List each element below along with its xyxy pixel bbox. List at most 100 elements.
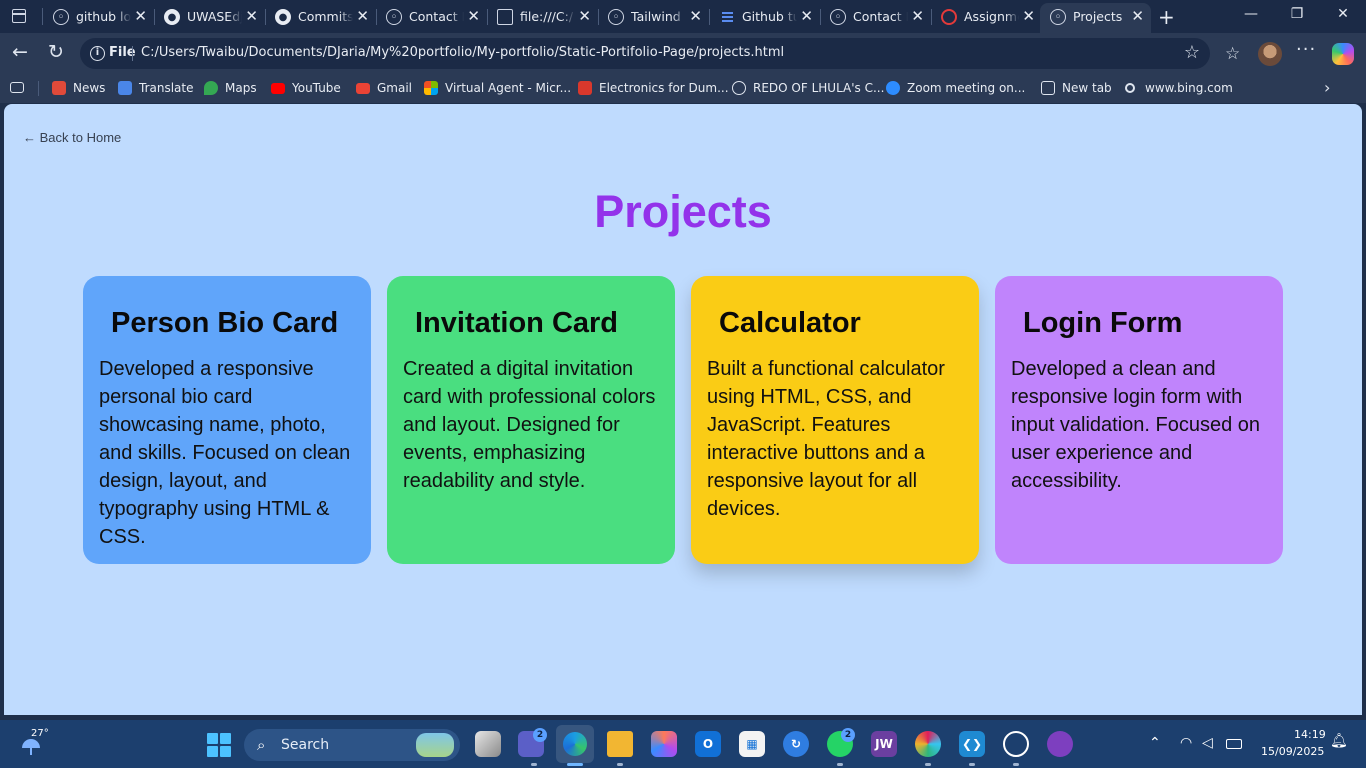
tab-label: github lo: [76, 9, 131, 24]
close-icon[interactable]: ✕: [689, 8, 702, 25]
vscode-icon[interactable]: ❮❯: [959, 731, 985, 757]
favorite-label: Gmail: [377, 81, 413, 95]
favorites-icon[interactable]: ☆: [1225, 44, 1240, 64]
close-icon[interactable]: ✕: [134, 8, 147, 25]
card-title: Calculator: [719, 307, 861, 339]
jw-label: JW: [875, 737, 893, 751]
file-explorer-icon[interactable]: [607, 731, 633, 757]
close-icon[interactable]: ✕: [911, 8, 924, 25]
close-icon[interactable]: ✕: [245, 8, 258, 25]
translate-icon: [118, 81, 132, 95]
wifi-icon[interactable]: ◠: [1180, 735, 1192, 751]
favorite-electronics[interactable]: Electronics for Dum...: [578, 79, 729, 97]
chatgpt-icon[interactable]: [1003, 731, 1029, 757]
project-card-invitation: Invitation Card Created a digital invita…: [387, 276, 675, 564]
globe-icon: ◦: [386, 9, 402, 25]
back-arrow-icon[interactable]: ←: [8, 41, 32, 63]
sidebar-toggle-icon[interactable]: [10, 82, 24, 93]
weather-temperature: 27°: [31, 728, 49, 739]
close-icon[interactable]: ✕: [467, 8, 480, 25]
running-indicator: [1013, 763, 1019, 766]
teams-badge: 2: [533, 728, 547, 742]
maps-icon: [204, 81, 218, 95]
running-indicator: [837, 763, 843, 766]
close-icon[interactable]: ✕: [1022, 8, 1035, 25]
globe-icon: ◦: [830, 9, 846, 25]
browser-title-bar: ◦ github lo ✕ ● UWASEdj ✕ ● Commits ✕ ◦ …: [0, 0, 1366, 33]
chevron-right-icon[interactable]: ›: [1324, 78, 1330, 97]
tab-assignment[interactable]: Assignme ✕: [931, 3, 1042, 33]
favorite-gmail[interactable]: Gmail: [356, 79, 412, 97]
avatar[interactable]: [1258, 42, 1282, 66]
favorite-label: News: [73, 81, 106, 95]
globe-icon: ◦: [53, 9, 69, 25]
close-icon[interactable]: ✕: [800, 8, 813, 25]
info-icon[interactable]: i: [90, 46, 105, 61]
notification-bell-icon[interactable]: 🔔︎: [1330, 733, 1348, 749]
favorite-news[interactable]: News: [52, 79, 105, 97]
url-text[interactable]: C:/Users/Twaibu/Documents/DJaria/My%20po…: [141, 45, 784, 60]
close-icon[interactable]: ✕: [356, 8, 369, 25]
back-to-home-link[interactable]: ← Back to Home: [23, 130, 121, 145]
favorite-maps[interactable]: Maps: [204, 79, 257, 97]
pdf-icon: [578, 81, 592, 95]
tab-contact-form[interactable]: ◦ Contact F ✕: [376, 3, 487, 33]
github-icon: ●: [164, 9, 180, 25]
close-icon[interactable]: ✕: [578, 8, 591, 25]
running-indicator: [531, 763, 537, 766]
favorite-label: Virtual Agent - Micr...: [445, 81, 572, 95]
edge-icon[interactable]: [556, 725, 594, 763]
star-icon[interactable]: ☆: [1184, 42, 1200, 63]
more-icon[interactable]: ···: [1296, 39, 1316, 60]
address-bar[interactable]: i File C:/Users/Twaibu/Documents/DJaria/…: [80, 38, 1210, 69]
favorite-new-tab[interactable]: New tab: [1041, 79, 1112, 97]
card-title: Invitation Card: [415, 307, 619, 339]
running-indicator: [925, 763, 931, 766]
taskbar-search[interactable]: ⌕ Search: [244, 729, 460, 761]
clock-date[interactable]: 15/09/2025: [1261, 745, 1324, 758]
close-icon[interactable]: ✕: [1131, 8, 1144, 25]
tab-github-tutorial[interactable]: Github tu ✕: [709, 3, 820, 33]
search-icon: [1125, 83, 1135, 93]
close-window-icon[interactable]: ✕: [1333, 6, 1353, 22]
outlook-icon[interactable]: O: [695, 731, 721, 757]
tab-commits[interactable]: ● Commits ✕: [265, 3, 376, 33]
favorite-label: Zoom meeting on...: [907, 81, 1026, 95]
sync-icon[interactable]: ↻: [783, 731, 809, 757]
jw-icon[interactable]: JW: [871, 731, 897, 757]
copilot-app-icon[interactable]: [651, 731, 677, 757]
new-tab-icon[interactable]: +: [1158, 5, 1175, 29]
copilot-icon[interactable]: [1332, 43, 1354, 65]
minimize-icon[interactable]: —: [1241, 6, 1261, 22]
tab-file[interactable]: file:///C:/ ✕: [487, 3, 598, 33]
tab-contact-form-2[interactable]: ◦ Contact F ✕: [820, 3, 931, 33]
chevron-up-icon[interactable]: ⌃: [1149, 735, 1161, 751]
battery-icon[interactable]: [1226, 739, 1242, 749]
task-view-icon[interactable]: [475, 731, 501, 757]
tab-uwasedj[interactable]: ● UWASEdj ✕: [154, 3, 265, 33]
favorite-translate[interactable]: Translate: [118, 79, 194, 97]
favorite-youtube[interactable]: YouTube: [271, 79, 341, 97]
restore-icon[interactable]: ❐: [1287, 6, 1307, 22]
tab-label: Contact F: [409, 9, 464, 24]
favorite-bing[interactable]: www.bing.com: [1125, 79, 1233, 97]
start-icon[interactable]: [207, 733, 231, 757]
tab-label: Projects: [1073, 9, 1123, 24]
favorite-zoom[interactable]: Zoom meeting on...: [886, 79, 1025, 97]
favorite-label: New tab: [1062, 81, 1112, 95]
doc-icon: [719, 9, 735, 25]
tab-actions-icon[interactable]: [12, 9, 26, 23]
tab-label: Commits: [298, 9, 353, 24]
favorite-virtual-agent[interactable]: Virtual Agent - Micr...: [424, 79, 571, 97]
clock-time[interactable]: 14:19: [1294, 728, 1326, 741]
slack-icon[interactable]: [915, 731, 941, 757]
store-icon[interactable]: ▦: [739, 731, 765, 757]
tab-github-login[interactable]: ◦ github lo ✕: [43, 3, 154, 33]
refresh-icon[interactable]: ↻: [44, 41, 68, 63]
tab-projects[interactable]: ◦ Projects ✕: [1040, 3, 1151, 33]
github-desktop-icon[interactable]: [1047, 731, 1073, 757]
favorite-redo-lhula[interactable]: REDO OF LHULA's C...: [732, 79, 884, 97]
volume-icon[interactable]: ◁: [1202, 735, 1213, 751]
tab-tailwind[interactable]: ◦ Tailwind F ✕: [598, 3, 709, 33]
search-highlight-image: [416, 733, 454, 757]
